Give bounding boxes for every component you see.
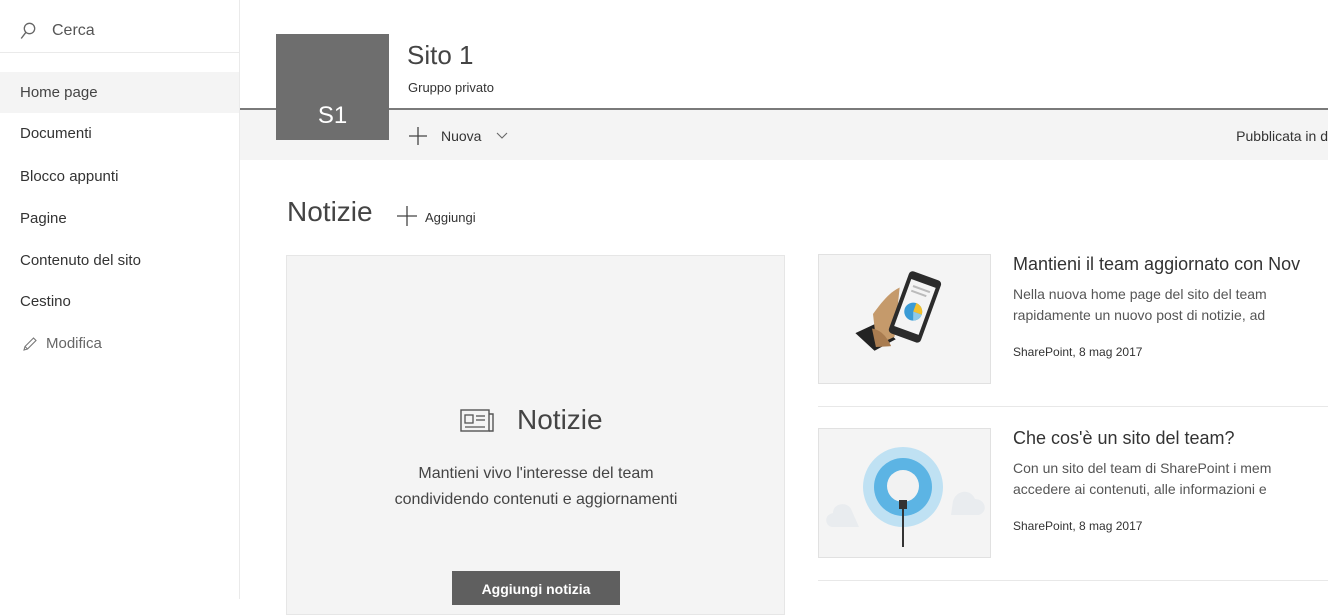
- news-divider: [818, 580, 1328, 581]
- sidebar-item-blocco-appunti[interactable]: Blocco appunti: [0, 156, 239, 197]
- news-item[interactable]: Mantieni il team aggiornato con Nov Nell…: [818, 254, 1328, 386]
- new-button-label: Nuova: [441, 128, 482, 144]
- placeholder-description: Mantieni vivo l'interesse del team condi…: [394, 465, 678, 508]
- phone-chart-icon: [855, 271, 942, 351]
- placeholder-title: Notizie: [517, 404, 603, 435]
- lightbulb-cloud-icon: [826, 447, 985, 547]
- left-navigation: Cerca Home page Documenti Blocco appunti…: [0, 0, 240, 599]
- news-excerpt-line: Con un sito del team di SharePoint i mem: [1013, 460, 1272, 476]
- sidebar-item-contenuto-del-sito[interactable]: Contenuto del sito: [0, 240, 239, 281]
- news-excerpt-line: rapidamente un nuovo post di notizie, ad: [1013, 307, 1266, 323]
- published-status[interactable]: Pubblicata in d: [1236, 128, 1328, 144]
- news-item[interactable]: Che cos'è un sito del team? Con un sito …: [818, 428, 1328, 560]
- plus-icon: [397, 206, 417, 226]
- news-item-excerpt: Nella nuova home page del sito del team …: [1013, 284, 1267, 326]
- site-logo[interactable]: S1: [276, 34, 389, 140]
- add-news-label: Aggiungi: [425, 210, 476, 225]
- news-excerpt-line: accedere ai contenuti, alle informazioni…: [1013, 481, 1267, 497]
- news-item-meta: SharePoint, 8 mag 2017: [1013, 345, 1143, 359]
- newspaper-icon: [460, 409, 494, 432]
- news-excerpt-line: Nella nuova home page del sito del team: [1013, 286, 1267, 302]
- pencil-icon: [23, 337, 37, 351]
- search-input[interactable]: Cerca: [52, 22, 95, 40]
- site-logo-initials: S1: [317, 102, 348, 129]
- news-divider: [818, 406, 1328, 407]
- sidebar-item-cestino[interactable]: Cestino: [0, 281, 239, 322]
- chevron-down-icon: [496, 132, 508, 139]
- site-subtitle: Gruppo privato: [408, 80, 494, 95]
- sidebar-item-home-page[interactable]: Home page: [0, 72, 239, 113]
- add-news-button[interactable]: Aggiungi notizia: [452, 571, 620, 605]
- search-box[interactable]: Cerca: [0, 0, 239, 53]
- news-thumbnail[interactable]: [818, 254, 991, 384]
- command-bar: [240, 110, 1328, 160]
- sidebar-item-pagine[interactable]: Pagine: [0, 198, 239, 239]
- news-item-meta: SharePoint, 8 mag 2017: [1013, 519, 1143, 533]
- edit-label: Modifica: [46, 335, 102, 352]
- search-icon: [20, 22, 36, 39]
- plus-icon: [409, 127, 427, 145]
- sidebar-item-documenti[interactable]: Documenti: [0, 113, 239, 154]
- news-heading: Notizie: [287, 196, 373, 227]
- news-item-excerpt: Con un sito del team di SharePoint i mem…: [1013, 458, 1271, 500]
- site-title[interactable]: Sito 1: [407, 40, 474, 71]
- news-placeholder-card: Notizie Mantieni vivo l'interesse del te…: [286, 255, 785, 615]
- news-thumbnail[interactable]: [818, 428, 991, 558]
- news-item-title[interactable]: Che cos'è un sito del team?: [1013, 428, 1235, 449]
- news-item-title[interactable]: Mantieni il team aggiornato con Nov: [1013, 254, 1300, 275]
